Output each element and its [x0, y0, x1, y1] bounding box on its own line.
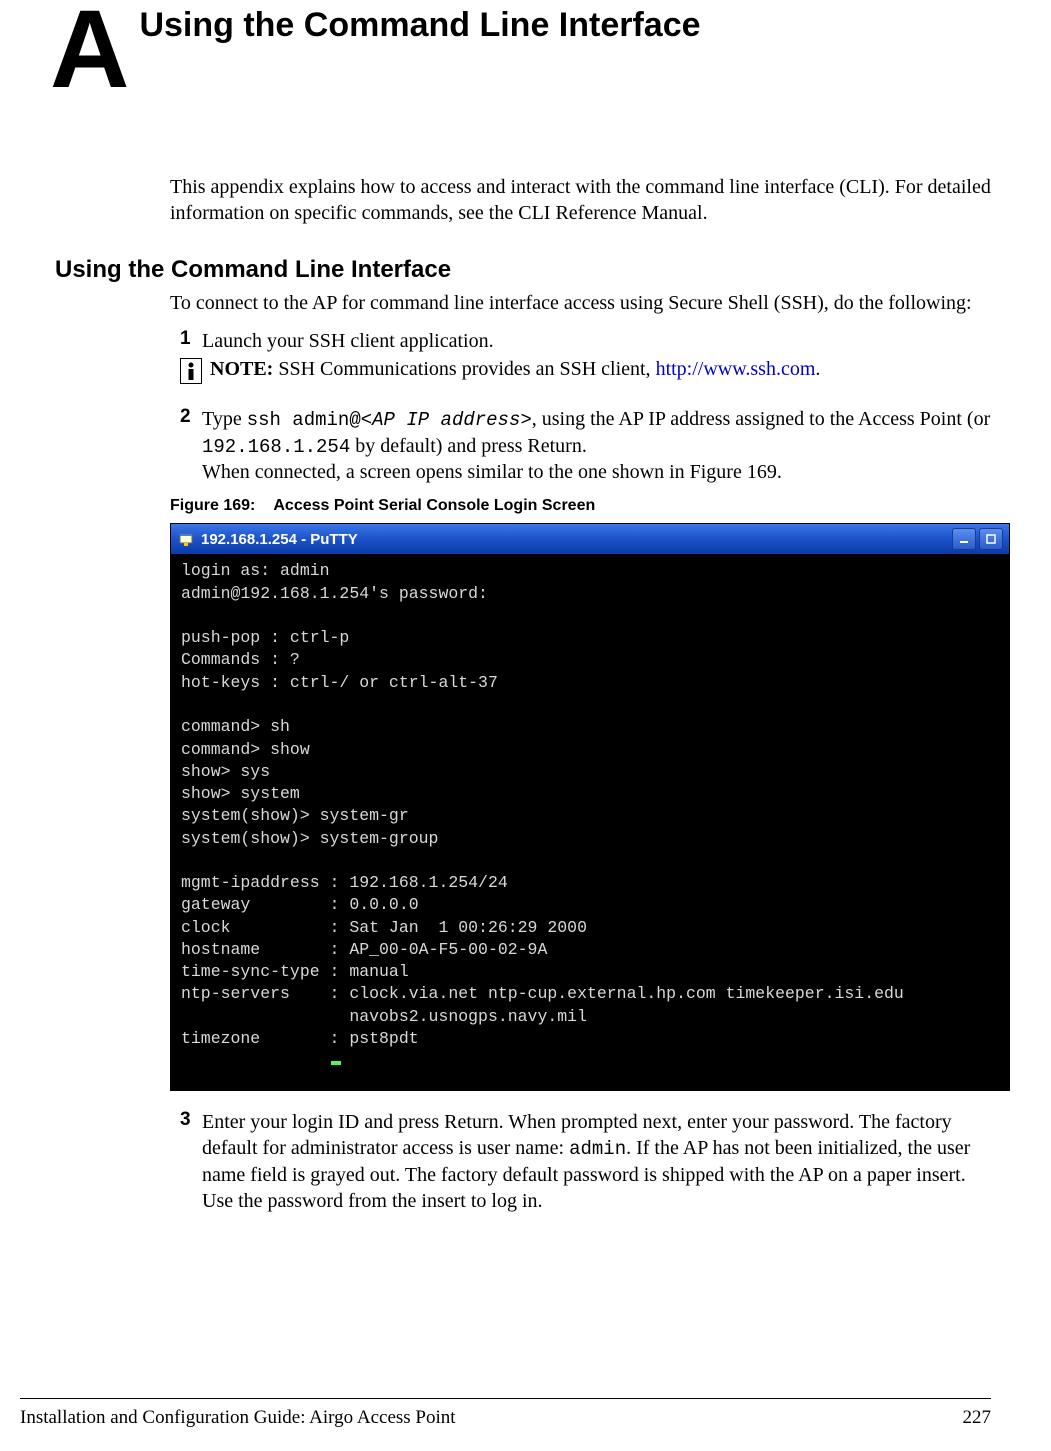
page-number: 227	[963, 1407, 992, 1429]
ssh-command-arg: <AP IP address>	[361, 409, 532, 431]
figure-title: Access Point Serial Console Login Screen	[273, 497, 595, 514]
appendix-letter: A	[50, 0, 129, 99]
terminal-output[interactable]: login as: admin admin@192.168.1.254's pa…	[171, 554, 1009, 1090]
section-heading: Using the Command Line Interface	[55, 256, 991, 284]
step-2: 2 Type ssh admin@<AP IP address>, using …	[180, 406, 991, 459]
window-title: 192.168.1.254 - PuTTY	[201, 531, 358, 548]
putty-icon	[177, 530, 195, 548]
footer-title: Installation and Configuration Guide: Ai…	[20, 1407, 456, 1429]
ssh-link[interactable]: http://www.ssh.com	[656, 358, 816, 380]
note-label: NOTE:	[210, 358, 273, 380]
default-ip: 192.168.1.254	[202, 436, 350, 458]
section-intro: To connect to the AP for command line in…	[170, 290, 991, 316]
note-body-b: .	[815, 358, 820, 380]
window-titlebar: 192.168.1.254 - PuTTY	[171, 524, 1009, 554]
step-text: Launch your SSH client application.	[202, 328, 991, 354]
note-text: NOTE: SSH Communications provides an SSH…	[210, 358, 820, 381]
step-1: 1 Launch your SSH client application.	[180, 328, 991, 354]
ssh-command-prefix: ssh admin@	[247, 409, 361, 431]
intro-paragraph: This appendix explains how to access and…	[170, 174, 991, 226]
chapter-title: Using the Command Line Interface	[139, 6, 700, 45]
chapter-header: A Using the Command Line Interface	[60, 0, 991, 99]
note-body-a: SSH Communications provides an SSH clien…	[273, 358, 655, 380]
step-number: 3	[180, 1109, 202, 1214]
step-3: 3 Enter your login ID and press Return. …	[180, 1109, 991, 1214]
figure-number: Figure 169:	[170, 497, 255, 514]
window-controls	[952, 528, 1003, 550]
maximize-button[interactable]	[979, 528, 1003, 550]
note-block: NOTE: SSH Communications provides an SSH…	[180, 358, 991, 384]
step-number: 2	[180, 406, 202, 459]
step-text: Enter your login ID and press Return. Wh…	[202, 1109, 991, 1214]
minimize-button[interactable]	[952, 528, 976, 550]
info-icon	[180, 358, 202, 384]
page-footer: Installation and Configuration Guide: Ai…	[0, 1398, 1051, 1429]
terminal-window: 192.168.1.254 - PuTTY login as: admin ad…	[170, 523, 1010, 1091]
step-number: 1	[180, 328, 202, 354]
step-2-sub: When connected, a screen opens similar t…	[202, 459, 991, 485]
step-text: Type ssh admin@<AP IP address>, using th…	[202, 406, 991, 459]
admin-username: admin	[569, 1138, 626, 1160]
figure-caption: Figure 169: Access Point Serial Console L…	[170, 497, 991, 515]
